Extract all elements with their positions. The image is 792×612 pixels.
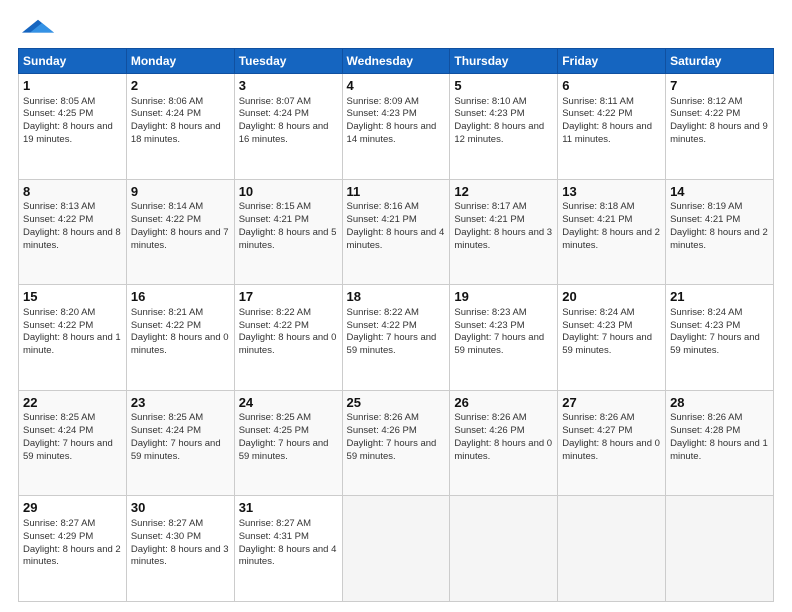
day-number: 27 xyxy=(562,394,661,412)
day-number: 17 xyxy=(239,288,338,306)
calendar-cell: 27Sunrise: 8:26 AMSunset: 4:27 PMDayligh… xyxy=(558,390,666,496)
calendar-cell: 20Sunrise: 8:24 AMSunset: 4:23 PMDayligh… xyxy=(558,285,666,391)
calendar-cell: 30Sunrise: 8:27 AMSunset: 4:30 PMDayligh… xyxy=(126,496,234,602)
day-number: 21 xyxy=(670,288,769,306)
day-number: 30 xyxy=(131,499,230,517)
calendar-cell: 12Sunrise: 8:17 AMSunset: 4:21 PMDayligh… xyxy=(450,179,558,285)
calendar-cell: 3Sunrise: 8:07 AMSunset: 4:24 PMDaylight… xyxy=(234,74,342,180)
calendar-week-row: 1Sunrise: 8:05 AMSunset: 4:25 PMDaylight… xyxy=(19,74,774,180)
calendar-cell: 9Sunrise: 8:14 AMSunset: 4:22 PMDaylight… xyxy=(126,179,234,285)
calendar-cell: 1Sunrise: 8:05 AMSunset: 4:25 PMDaylight… xyxy=(19,74,127,180)
day-number: 13 xyxy=(562,183,661,201)
calendar-cell: 6Sunrise: 8:11 AMSunset: 4:22 PMDaylight… xyxy=(558,74,666,180)
day-number: 1 xyxy=(23,77,122,95)
calendar-cell: 24Sunrise: 8:25 AMSunset: 4:25 PMDayligh… xyxy=(234,390,342,496)
calendar-cell xyxy=(342,496,450,602)
day-number: 12 xyxy=(454,183,553,201)
day-number: 14 xyxy=(670,183,769,201)
calendar-cell: 8Sunrise: 8:13 AMSunset: 4:22 PMDaylight… xyxy=(19,179,127,285)
calendar-cell: 10Sunrise: 8:15 AMSunset: 4:21 PMDayligh… xyxy=(234,179,342,285)
day-number: 26 xyxy=(454,394,553,412)
calendar-header-wednesday: Wednesday xyxy=(342,49,450,74)
day-number: 22 xyxy=(23,394,122,412)
calendar-cell xyxy=(450,496,558,602)
day-number: 29 xyxy=(23,499,122,517)
day-number: 7 xyxy=(670,77,769,95)
calendar-cell: 28Sunrise: 8:26 AMSunset: 4:28 PMDayligh… xyxy=(666,390,774,496)
calendar-header-saturday: Saturday xyxy=(666,49,774,74)
calendar-cell: 16Sunrise: 8:21 AMSunset: 4:22 PMDayligh… xyxy=(126,285,234,391)
day-number: 4 xyxy=(347,77,446,95)
calendar-week-row: 15Sunrise: 8:20 AMSunset: 4:22 PMDayligh… xyxy=(19,285,774,391)
calendar-header-sunday: Sunday xyxy=(19,49,127,74)
calendar-header-friday: Friday xyxy=(558,49,666,74)
calendar: SundayMondayTuesdayWednesdayThursdayFrid… xyxy=(18,48,774,602)
day-number: 24 xyxy=(239,394,338,412)
calendar-cell: 5Sunrise: 8:10 AMSunset: 4:23 PMDaylight… xyxy=(450,74,558,180)
logo-icon xyxy=(18,18,58,36)
calendar-cell: 29Sunrise: 8:27 AMSunset: 4:29 PMDayligh… xyxy=(19,496,127,602)
day-number: 31 xyxy=(239,499,338,517)
calendar-cell: 14Sunrise: 8:19 AMSunset: 4:21 PMDayligh… xyxy=(666,179,774,285)
day-number: 18 xyxy=(347,288,446,306)
day-number: 9 xyxy=(131,183,230,201)
day-number: 25 xyxy=(347,394,446,412)
logo xyxy=(18,18,58,38)
day-number: 3 xyxy=(239,77,338,95)
calendar-cell: 18Sunrise: 8:22 AMSunset: 4:22 PMDayligh… xyxy=(342,285,450,391)
calendar-header-monday: Monday xyxy=(126,49,234,74)
calendar-cell: 22Sunrise: 8:25 AMSunset: 4:24 PMDayligh… xyxy=(19,390,127,496)
day-number: 23 xyxy=(131,394,230,412)
day-number: 19 xyxy=(454,288,553,306)
header xyxy=(18,18,774,38)
day-number: 15 xyxy=(23,288,122,306)
calendar-cell: 11Sunrise: 8:16 AMSunset: 4:21 PMDayligh… xyxy=(342,179,450,285)
calendar-header-thursday: Thursday xyxy=(450,49,558,74)
calendar-cell: 19Sunrise: 8:23 AMSunset: 4:23 PMDayligh… xyxy=(450,285,558,391)
day-number: 10 xyxy=(239,183,338,201)
calendar-cell: 26Sunrise: 8:26 AMSunset: 4:26 PMDayligh… xyxy=(450,390,558,496)
calendar-week-row: 8Sunrise: 8:13 AMSunset: 4:22 PMDaylight… xyxy=(19,179,774,285)
calendar-week-row: 22Sunrise: 8:25 AMSunset: 4:24 PMDayligh… xyxy=(19,390,774,496)
calendar-cell: 15Sunrise: 8:20 AMSunset: 4:22 PMDayligh… xyxy=(19,285,127,391)
calendar-cell: 25Sunrise: 8:26 AMSunset: 4:26 PMDayligh… xyxy=(342,390,450,496)
calendar-cell: 21Sunrise: 8:24 AMSunset: 4:23 PMDayligh… xyxy=(666,285,774,391)
calendar-cell xyxy=(558,496,666,602)
page: SundayMondayTuesdayWednesdayThursdayFrid… xyxy=(0,0,792,612)
day-number: 6 xyxy=(562,77,661,95)
day-number: 20 xyxy=(562,288,661,306)
calendar-body: 1Sunrise: 8:05 AMSunset: 4:25 PMDaylight… xyxy=(19,74,774,602)
calendar-header-row: SundayMondayTuesdayWednesdayThursdayFrid… xyxy=(19,49,774,74)
day-number: 2 xyxy=(131,77,230,95)
calendar-week-row: 29Sunrise: 8:27 AMSunset: 4:29 PMDayligh… xyxy=(19,496,774,602)
day-number: 28 xyxy=(670,394,769,412)
calendar-cell: 4Sunrise: 8:09 AMSunset: 4:23 PMDaylight… xyxy=(342,74,450,180)
calendar-cell: 17Sunrise: 8:22 AMSunset: 4:22 PMDayligh… xyxy=(234,285,342,391)
calendar-cell: 31Sunrise: 8:27 AMSunset: 4:31 PMDayligh… xyxy=(234,496,342,602)
calendar-cell xyxy=(666,496,774,602)
calendar-header-tuesday: Tuesday xyxy=(234,49,342,74)
day-number: 11 xyxy=(347,183,446,201)
calendar-cell: 7Sunrise: 8:12 AMSunset: 4:22 PMDaylight… xyxy=(666,74,774,180)
calendar-cell: 13Sunrise: 8:18 AMSunset: 4:21 PMDayligh… xyxy=(558,179,666,285)
calendar-cell: 23Sunrise: 8:25 AMSunset: 4:24 PMDayligh… xyxy=(126,390,234,496)
day-number: 16 xyxy=(131,288,230,306)
calendar-cell: 2Sunrise: 8:06 AMSunset: 4:24 PMDaylight… xyxy=(126,74,234,180)
day-number: 8 xyxy=(23,183,122,201)
day-number: 5 xyxy=(454,77,553,95)
